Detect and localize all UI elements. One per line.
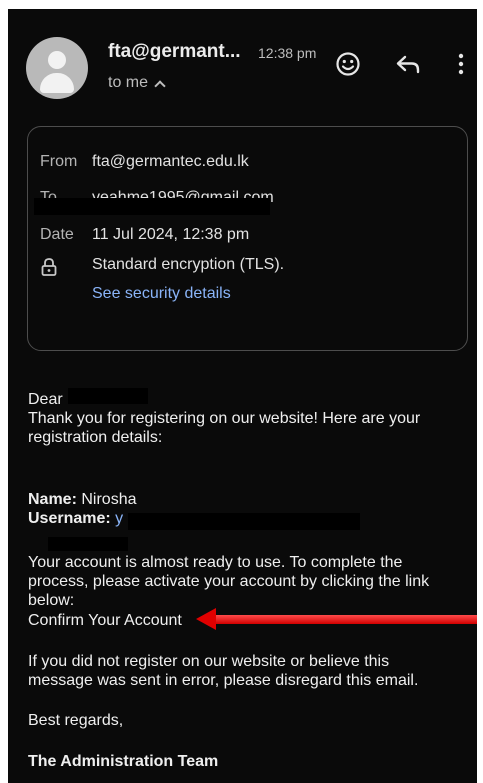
sender-name[interactable]: fta@germant... — [108, 41, 241, 63]
disclaimer-line: If you did not register on our website o… — [28, 653, 390, 670]
redaction-bar — [34, 198, 270, 215]
intro-line: registration details: — [28, 429, 163, 446]
redaction-bar — [48, 537, 128, 551]
confirm-account-link[interactable]: Confirm Your Account — [28, 611, 182, 630]
activation-line: below: — [28, 592, 75, 609]
greeting-text: Dear — [28, 391, 63, 408]
intro-paragraph: Thank you for registering on our website… — [28, 409, 420, 447]
avatar-head-shape — [48, 51, 66, 69]
username-value[interactable]: y — [115, 510, 123, 527]
from-label: From — [40, 153, 78, 170]
signature: The Administration Team — [28, 753, 219, 770]
date-label: Date — [40, 226, 74, 243]
email-screen: fta@germant... 12:38 pm to me From fta@g… — [8, 9, 477, 783]
disclaimer-line: message was sent in error, please disreg… — [28, 672, 419, 689]
reply-icon[interactable] — [393, 49, 423, 79]
smiley-icon[interactable] — [333, 49, 363, 79]
security-details-link[interactable]: See security details — [92, 285, 231, 303]
name-row: Name: Nirosha — [28, 490, 137, 509]
more-vert-icon[interactable] — [446, 49, 476, 79]
greeting: Dear — [28, 390, 63, 409]
name-label: Name: — [28, 491, 77, 508]
redaction-bar — [68, 388, 148, 404]
from-value: fta@germantec.edu.lk — [92, 153, 249, 170]
intro-line: Thank you for registering on our website… — [28, 410, 421, 427]
sender-avatar[interactable] — [26, 37, 88, 99]
annotation-arrow-shaft — [213, 615, 477, 624]
name-value: Nirosha — [81, 491, 137, 508]
lock-icon — [41, 258, 57, 276]
username-label: Username: — [28, 510, 111, 527]
avatar-body-shape — [40, 73, 74, 93]
recipient-toggle[interactable]: to me — [108, 74, 166, 92]
username-row: Username: y — [28, 509, 123, 528]
message-time: 12:38 pm — [258, 45, 317, 61]
redaction-bar — [128, 513, 360, 530]
closing: Best regards, — [28, 712, 124, 729]
disclaimer-paragraph: If you did not register on our website o… — [28, 652, 418, 690]
date-value: 11 Jul 2024, 12:38 pm — [92, 226, 250, 243]
activation-paragraph: Your account is almost ready to use. To … — [28, 553, 429, 610]
activation-line: process, please activate your account by… — [28, 573, 430, 590]
encryption-text: Standard encryption (TLS). — [92, 256, 285, 273]
message-details-card: From fta@germantec.edu.lk To yeahme1995@… — [27, 126, 468, 351]
annotation-arrow-icon — [196, 608, 216, 630]
chevron-up-icon — [154, 80, 166, 92]
recipient-label: to me — [108, 74, 149, 91]
activation-line: Your account is almost ready to use. To … — [28, 554, 403, 571]
